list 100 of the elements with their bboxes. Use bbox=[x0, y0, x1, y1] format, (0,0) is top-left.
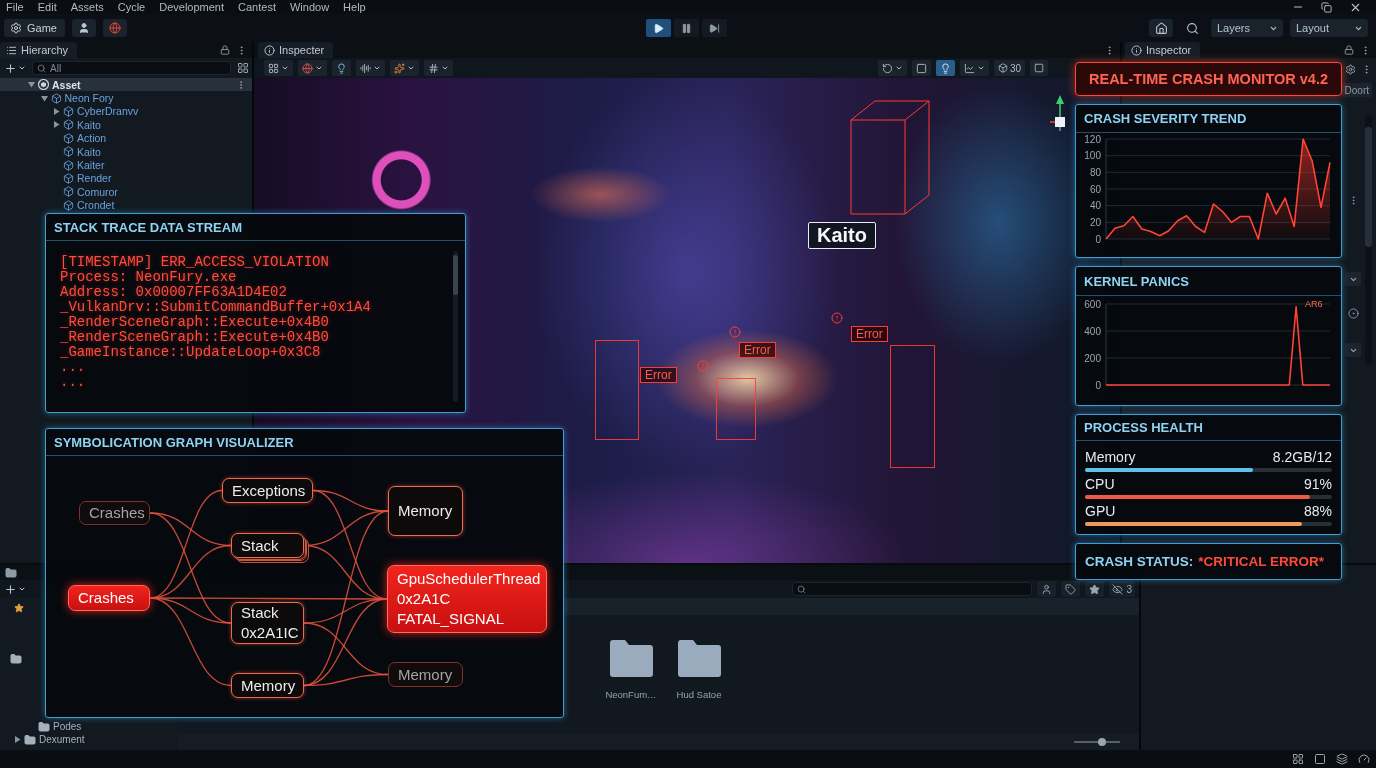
search-icon bbox=[797, 584, 807, 594]
dropdown-button[interactable] bbox=[1345, 272, 1361, 286]
folder-tree-item[interactable]: Dexument bbox=[0, 733, 175, 746]
plus-icon bbox=[4, 582, 17, 596]
menu-item[interactable]: Cycle bbox=[117, 0, 146, 14]
zoom-slider[interactable] bbox=[1074, 737, 1120, 746]
game-button[interactable]: Game bbox=[4, 19, 65, 37]
menu-item[interactable]: Cantest bbox=[238, 0, 276, 14]
tree-item[interactable]: Neon Fory bbox=[0, 91, 252, 105]
mode-button[interactable]: 30 bbox=[993, 60, 1025, 76]
grid-icon[interactable] bbox=[1292, 753, 1304, 765]
folder-icon[interactable] bbox=[10, 653, 22, 665]
caret-icon[interactable] bbox=[53, 107, 60, 115]
menu-item[interactable]: File bbox=[6, 0, 24, 14]
tree-item[interactable]: Asset bbox=[0, 78, 252, 92]
folder-icon[interactable] bbox=[5, 566, 17, 579]
graph-node: Exceptions bbox=[222, 478, 313, 503]
tree-item[interactable]: Comuror bbox=[0, 185, 252, 199]
caret-icon[interactable] bbox=[53, 121, 60, 129]
favorite-button[interactable] bbox=[1085, 581, 1105, 597]
lightbulb-icon bbox=[939, 62, 951, 74]
folder-icon[interactable] bbox=[609, 640, 653, 677]
cube-icon bbox=[63, 199, 74, 211]
folder-icon[interactable] bbox=[677, 640, 721, 677]
folder-label: Hud Satoe bbox=[676, 689, 722, 700]
list-icon bbox=[6, 44, 17, 56]
doort-button[interactable]: Doort bbox=[1341, 83, 1372, 97]
folder-tree-item[interactable]: Podes bbox=[0, 720, 175, 733]
tree-item[interactable]: Render bbox=[0, 171, 252, 186]
cube-icon bbox=[63, 159, 74, 171]
menu-item[interactable]: Help bbox=[343, 0, 366, 14]
tree-item[interactable]: Kaito bbox=[0, 144, 252, 159]
eye-off-icon bbox=[1112, 583, 1124, 595]
panel-button[interactable] bbox=[1030, 60, 1048, 76]
chart-dropdown[interactable] bbox=[959, 60, 989, 76]
layout-dropdown[interactable]: Layout bbox=[1290, 19, 1368, 37]
gear-icon[interactable] bbox=[1345, 63, 1356, 75]
caret-icon[interactable] bbox=[14, 736, 21, 743]
tree-item[interactable]: Action bbox=[0, 131, 252, 145]
panel-tab[interactable]: Hierarchy bbox=[0, 42, 78, 58]
type-filter-button[interactable] bbox=[1037, 581, 1057, 597]
cube-icon bbox=[63, 172, 74, 184]
menu-item[interactable]: Assets bbox=[70, 0, 104, 14]
graph-node: Memory bbox=[388, 486, 463, 536]
menu-item[interactable]: Edit bbox=[37, 0, 57, 14]
gizmo-dropdown[interactable] bbox=[298, 60, 327, 76]
globe-button[interactable] bbox=[102, 19, 127, 37]
cube-icon bbox=[63, 132, 74, 144]
audio-dropdown[interactable] bbox=[356, 60, 385, 76]
search-field[interactable] bbox=[792, 582, 1033, 596]
account-button[interactable] bbox=[71, 19, 96, 37]
add-button[interactable] bbox=[4, 61, 26, 75]
step-button[interactable] bbox=[701, 19, 727, 37]
tree-item[interactable]: Kaiter bbox=[0, 158, 252, 172]
label-filter-button[interactable] bbox=[1061, 581, 1081, 597]
panel-title: CRASH SEVERITY TREND bbox=[1076, 105, 1341, 133]
caret-icon[interactable] bbox=[28, 81, 35, 89]
target-icon[interactable] bbox=[1347, 308, 1359, 319]
gauge-icon[interactable] bbox=[1358, 753, 1370, 765]
caret-icon[interactable] bbox=[40, 94, 48, 102]
panel-title: PROCESS HEALTH bbox=[1076, 415, 1341, 441]
star-icon[interactable] bbox=[14, 603, 24, 613]
scrollbar[interactable] bbox=[453, 251, 458, 402]
lock-icon[interactable] bbox=[1344, 45, 1354, 55]
log-line: ... bbox=[60, 375, 87, 390]
panel-tab[interactable]: Inspector bbox=[1125, 42, 1201, 58]
pause-button[interactable] bbox=[673, 19, 699, 37]
tree-item[interactable]: Kaito bbox=[0, 118, 252, 132]
rect-button[interactable] bbox=[911, 60, 931, 76]
tree-item[interactable]: Crondet bbox=[0, 198, 252, 212]
log-line: _RenderSceneGraph::Execute+0x4B0 bbox=[60, 315, 330, 330]
effects-dropdown[interactable] bbox=[390, 60, 419, 76]
lock-icon[interactable] bbox=[220, 45, 230, 55]
search-field[interactable]: All bbox=[32, 61, 231, 75]
menu-item[interactable]: Window bbox=[290, 0, 330, 14]
caret-icon bbox=[18, 64, 26, 72]
graph-node: Crashes bbox=[79, 501, 150, 525]
play-button[interactable] bbox=[645, 19, 671, 37]
grid-icon[interactable] bbox=[237, 62, 249, 74]
light-button[interactable] bbox=[332, 60, 351, 76]
dropdown-button[interactable] bbox=[1345, 343, 1361, 357]
metric-label: CPU bbox=[1085, 476, 1115, 492]
orbit-dropdown[interactable] bbox=[877, 60, 907, 76]
metric-value: 88% bbox=[1303, 503, 1332, 519]
layers-icon[interactable] bbox=[1336, 753, 1348, 765]
menu-item[interactable]: Development bbox=[159, 0, 225, 14]
lighting-toggle[interactable] bbox=[935, 60, 955, 76]
layers-dropdown[interactable]: Layers bbox=[1211, 19, 1283, 37]
view-dropdown[interactable] bbox=[264, 60, 293, 76]
tree-item[interactable]: CyberDranvv bbox=[0, 104, 252, 119]
grid-dropdown[interactable] bbox=[424, 60, 453, 76]
restore-icon[interactable] bbox=[1321, 1, 1332, 13]
add-button[interactable] bbox=[4, 582, 26, 596]
panel-tab[interactable]: Inspecter bbox=[258, 42, 334, 58]
home-button[interactable] bbox=[1149, 19, 1173, 37]
graph-node: Crashes bbox=[68, 585, 150, 611]
y-tick-label: 120 bbox=[1084, 133, 1101, 145]
square-icon[interactable] bbox=[1314, 753, 1326, 765]
scrollbar[interactable] bbox=[1365, 115, 1372, 365]
hidden-count-button[interactable]: 3 bbox=[1109, 581, 1135, 597]
